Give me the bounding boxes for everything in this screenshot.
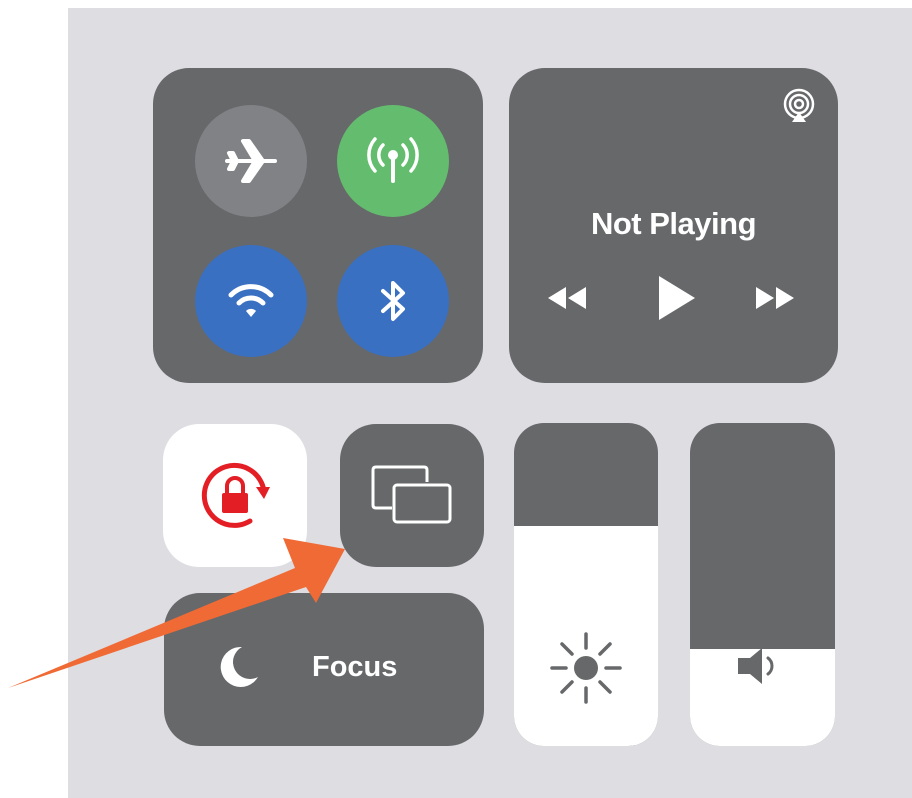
screen-mirroring-icon <box>371 465 452 524</box>
play-icon <box>659 276 695 320</box>
airplane-mode-button[interactable] <box>195 105 307 217</box>
fast-forward-icon <box>756 287 794 309</box>
rewind-icon <box>548 287 586 309</box>
connectivity-tile <box>153 68 483 383</box>
rotation-lock-icon <box>201 462 270 528</box>
brightness-slider[interactable] <box>514 423 658 746</box>
screen-mirroring-button[interactable] <box>340 424 484 567</box>
wifi-button[interactable] <box>195 245 307 357</box>
airplay-icon <box>783 88 815 122</box>
volume-slider[interactable] <box>690 423 835 746</box>
sun-icon <box>550 632 622 704</box>
cellular-data-button[interactable] <box>337 105 449 217</box>
rotation-lock-button[interactable] <box>163 424 307 567</box>
wifi-icon <box>228 284 274 317</box>
airplane-icon <box>225 139 277 183</box>
cellular-antenna-icon <box>367 137 419 183</box>
fast-forward-button[interactable] <box>743 273 807 323</box>
bluetooth-button[interactable] <box>337 245 449 357</box>
rewind-button[interactable] <box>537 273 597 323</box>
bluetooth-icon <box>381 281 405 321</box>
speaker-icon <box>738 648 774 684</box>
now-playing-tile[interactable]: Not Playing <box>509 68 838 383</box>
moon-icon <box>220 646 258 687</box>
airplay-button[interactable] <box>777 84 821 128</box>
play-button[interactable] <box>645 263 707 333</box>
focus-label: Focus <box>312 651 398 683</box>
now-playing-title: Not Playing <box>590 206 757 241</box>
